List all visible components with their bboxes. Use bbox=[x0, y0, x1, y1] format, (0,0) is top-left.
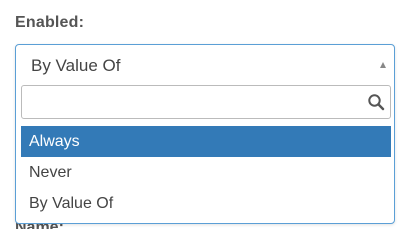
caret-up-icon bbox=[380, 62, 386, 68]
selected-value-text: By Value Of bbox=[31, 56, 121, 75]
options-list: Always Never By Value Of bbox=[21, 126, 391, 219]
option-never[interactable]: Never bbox=[21, 157, 391, 188]
search-box bbox=[21, 85, 391, 119]
option-always[interactable]: Always bbox=[21, 126, 391, 157]
option-by-value-of[interactable]: By Value Of bbox=[21, 188, 391, 219]
select-current-value[interactable]: By Value Of bbox=[16, 45, 394, 86]
enabled-select[interactable]: By Value Of Always Never By Value Of bbox=[15, 44, 395, 224]
enabled-label: Enabled: bbox=[15, 14, 85, 31]
search-icon bbox=[368, 94, 385, 111]
form-panel: Enabled: Name: By Value Of Always Never … bbox=[0, 0, 412, 229]
search-input[interactable] bbox=[22, 86, 362, 118]
